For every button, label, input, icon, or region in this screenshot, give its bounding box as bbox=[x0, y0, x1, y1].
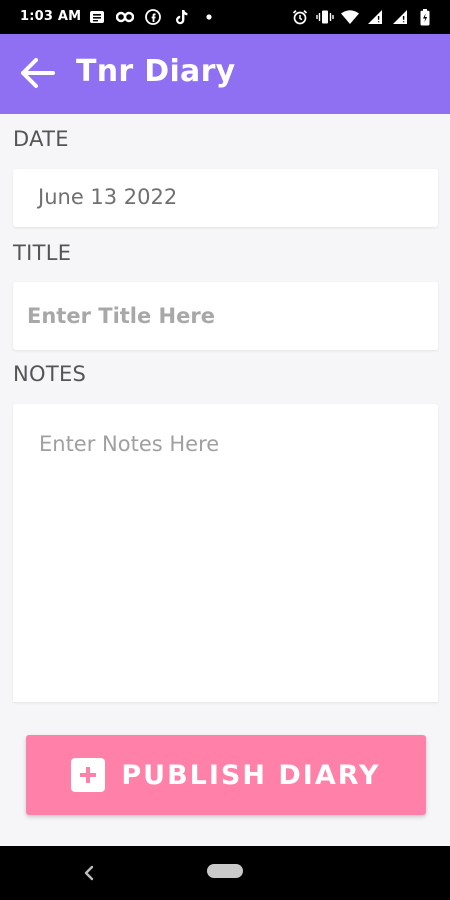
notes-input[interactable] bbox=[37, 430, 431, 694]
back-button[interactable] bbox=[18, 55, 58, 95]
message-icon bbox=[88, 8, 106, 26]
date-value: June 13 2022 bbox=[38, 185, 178, 209]
date-label: DATE bbox=[13, 127, 69, 151]
signal-icon bbox=[391, 8, 409, 26]
back-chevron-icon[interactable] bbox=[80, 861, 100, 885]
nav-bar bbox=[0, 846, 450, 900]
title-label: TITLE bbox=[13, 241, 72, 265]
arrow-left-icon bbox=[20, 57, 56, 93]
publish-button-label: PUBLISH DIARY bbox=[121, 759, 381, 791]
publish-diary-button[interactable]: PUBLISH DIARY bbox=[26, 735, 426, 815]
dot-icon bbox=[200, 8, 218, 26]
title-field-box bbox=[13, 282, 438, 350]
notes-field-box bbox=[13, 404, 438, 702]
signal-icon bbox=[366, 8, 384, 26]
facebook-icon bbox=[144, 8, 162, 26]
plus-square-icon bbox=[71, 758, 106, 792]
status-time: 1:03 AM bbox=[20, 9, 82, 24]
status-bar: 1:03 AM bbox=[0, 0, 450, 34]
tiktok-icon bbox=[172, 8, 190, 26]
home-pill-icon[interactable] bbox=[207, 864, 243, 878]
link-icon bbox=[116, 8, 134, 26]
notes-label: NOTES bbox=[13, 362, 87, 386]
wifi-icon bbox=[341, 8, 359, 26]
alarm-icon bbox=[291, 8, 309, 26]
title-input[interactable] bbox=[25, 282, 429, 350]
page-title: Tnr Diary bbox=[76, 54, 236, 89]
vibrate-icon bbox=[316, 8, 334, 26]
battery-icon bbox=[416, 8, 434, 26]
status-right-icons bbox=[291, 8, 434, 26]
date-field[interactable]: June 13 2022 bbox=[13, 169, 438, 227]
app-bar: Tnr Diary bbox=[0, 34, 450, 114]
status-left-icons bbox=[88, 8, 218, 26]
